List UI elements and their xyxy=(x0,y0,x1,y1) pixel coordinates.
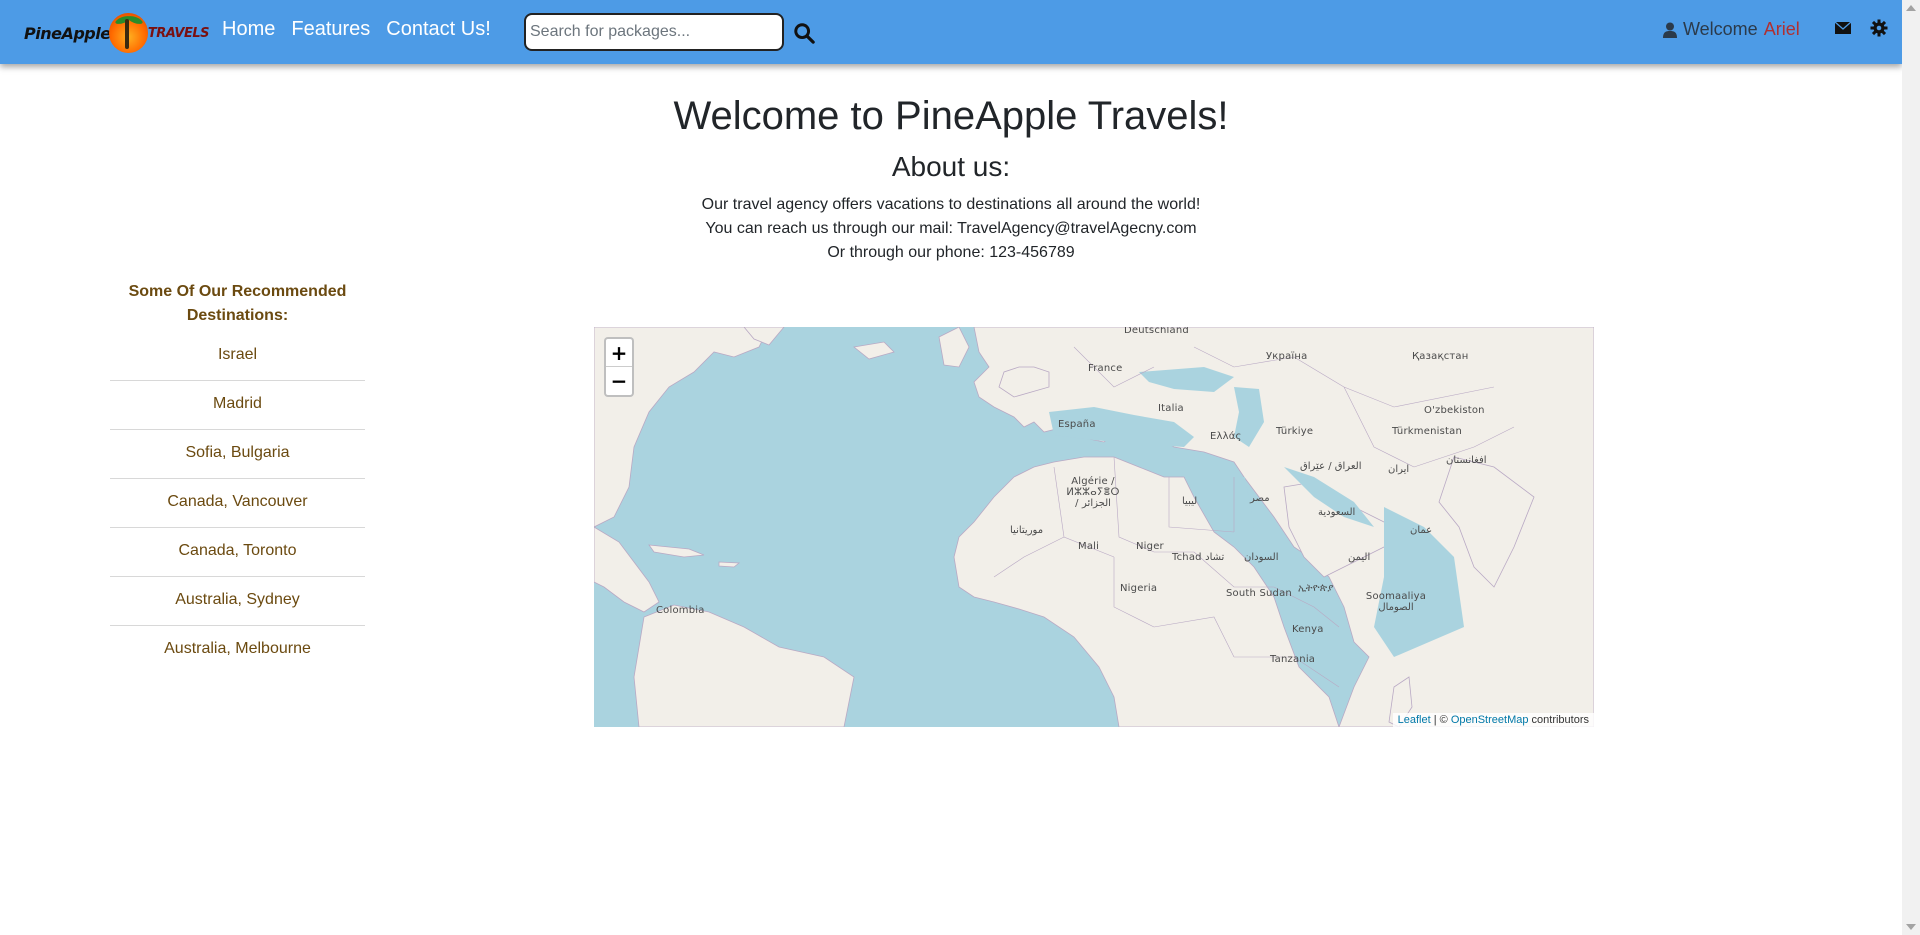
scroll-down-icon[interactable] xyxy=(1906,924,1916,930)
user-name: Ariel xyxy=(1763,19,1800,39)
welcome-user[interactable]: Welcome Ariel xyxy=(1663,19,1800,40)
gear-icon[interactable] xyxy=(1870,19,1888,37)
map-label: Kenya xyxy=(1292,624,1324,635)
map-label: اليمن xyxy=(1348,552,1371,563)
map-label: Mali xyxy=(1078,541,1100,552)
map-label: Nigeria xyxy=(1120,583,1158,594)
map-label: ایران xyxy=(1388,464,1410,475)
map-label: Ελλάς xyxy=(1210,431,1242,442)
map-label: Türkiye xyxy=(1276,426,1314,437)
search-icon[interactable] xyxy=(793,22,815,44)
map-label: Tchad تشاد xyxy=(1172,552,1225,563)
map-label: Deutschland xyxy=(1124,327,1189,336)
map-label: Niger xyxy=(1136,541,1164,552)
map-label: South Sudan xyxy=(1226,588,1292,599)
page-scrollbar[interactable] xyxy=(1902,0,1920,935)
map-label: Україна xyxy=(1266,351,1308,362)
scroll-up-icon[interactable] xyxy=(1906,5,1916,11)
about-text: Our travel agency offers vacations to de… xyxy=(0,193,1902,265)
map-label: عمان xyxy=(1410,525,1433,536)
palm-sun-icon xyxy=(108,13,148,53)
zoom-out-button[interactable]: − xyxy=(606,367,632,395)
world-map[interactable]: Deutschland Україна Қазақстан France Ita… xyxy=(594,327,1594,727)
map-label: مصر xyxy=(1250,493,1270,504)
map-label: Colombia xyxy=(656,605,705,616)
destination-israel[interactable]: Israel xyxy=(110,332,365,381)
destination-sydney[interactable]: Australia, Sydney xyxy=(110,577,365,626)
about-line-phone: Or through our phone: 123-456789 xyxy=(827,244,1075,261)
map-label: العراق / عێراق xyxy=(1300,461,1362,472)
attribution-separator: | © xyxy=(1430,714,1451,726)
destination-vancouver[interactable]: Canada, Vancouver xyxy=(110,479,365,528)
welcome-label: Welcome xyxy=(1683,19,1758,39)
search-input[interactable] xyxy=(530,23,782,41)
destination-sofia[interactable]: Sofia, Bulgaria xyxy=(110,430,365,479)
map-label: Italia xyxy=(1158,403,1184,414)
envelope-icon[interactable] xyxy=(1834,19,1852,37)
map-label: France xyxy=(1088,363,1123,374)
destination-melbourne[interactable]: Australia, Melbourne xyxy=(110,626,365,675)
about-line-offer: Our travel agency offers vacations to de… xyxy=(701,196,1201,213)
brand-logo[interactable]: PineApple TRAVELS xyxy=(24,9,210,57)
nav-link-home[interactable]: Home xyxy=(222,18,275,41)
map-label: السودان xyxy=(1244,552,1279,563)
map-label: السعودية xyxy=(1318,507,1356,518)
about-title: About us: xyxy=(891,151,1011,182)
destination-madrid[interactable]: Madrid xyxy=(110,381,365,430)
page-title: Welcome to PineApple Travels! xyxy=(673,94,1229,138)
map-label: موريتانيا xyxy=(1010,525,1044,536)
top-navbar: PineApple TRAVELS Home Features Contact … xyxy=(0,0,1902,64)
map-label: Қазақстан xyxy=(1412,351,1469,362)
user-icon xyxy=(1663,22,1677,38)
zoom-in-button[interactable]: + xyxy=(606,339,632,367)
nav-links: Home Features Contact Us! xyxy=(222,18,491,41)
nav-link-contact[interactable]: Contact Us! xyxy=(386,18,490,41)
leaflet-link[interactable]: Leaflet xyxy=(1398,714,1431,726)
recommended-destinations: Some Of Our Recommended Destinations: Is… xyxy=(110,280,365,675)
destination-toronto[interactable]: Canada, Toronto xyxy=(110,528,365,577)
osm-link[interactable]: OpenStreetMap xyxy=(1451,714,1529,726)
brand-name-right: TRAVELS xyxy=(147,25,210,41)
map-land-shapes xyxy=(594,327,1594,727)
about-line-mail: You can reach us through our mail: Trave… xyxy=(705,220,1197,237)
map-label: Tanzania xyxy=(1270,654,1316,665)
map-label: O'zbekiston xyxy=(1424,405,1485,416)
map-label: ليبيا xyxy=(1182,496,1198,507)
map-label: Algérie / ⵍⵣⵣⴰⵢⴻⵔ / الجزائر xyxy=(1066,476,1120,509)
map-label: Türkmenistan xyxy=(1392,426,1462,437)
map-label: Soomaaliya الصومال xyxy=(1365,591,1427,613)
map-label: ኢትዮጵያ xyxy=(1298,583,1334,594)
map-label: España xyxy=(1058,419,1096,430)
search-box xyxy=(524,13,784,51)
nav-link-features[interactable]: Features xyxy=(291,18,370,41)
map-attribution: Leaflet | © OpenStreetMap contributors xyxy=(1392,713,1594,727)
sidebar-title: Some Of Our Recommended Destinations: xyxy=(128,283,347,324)
brand-name-left: PineApple xyxy=(24,23,111,43)
attribution-tail: contributors xyxy=(1528,714,1589,726)
zoom-control: + − xyxy=(604,337,634,397)
map-label: افغانستان xyxy=(1446,455,1487,466)
